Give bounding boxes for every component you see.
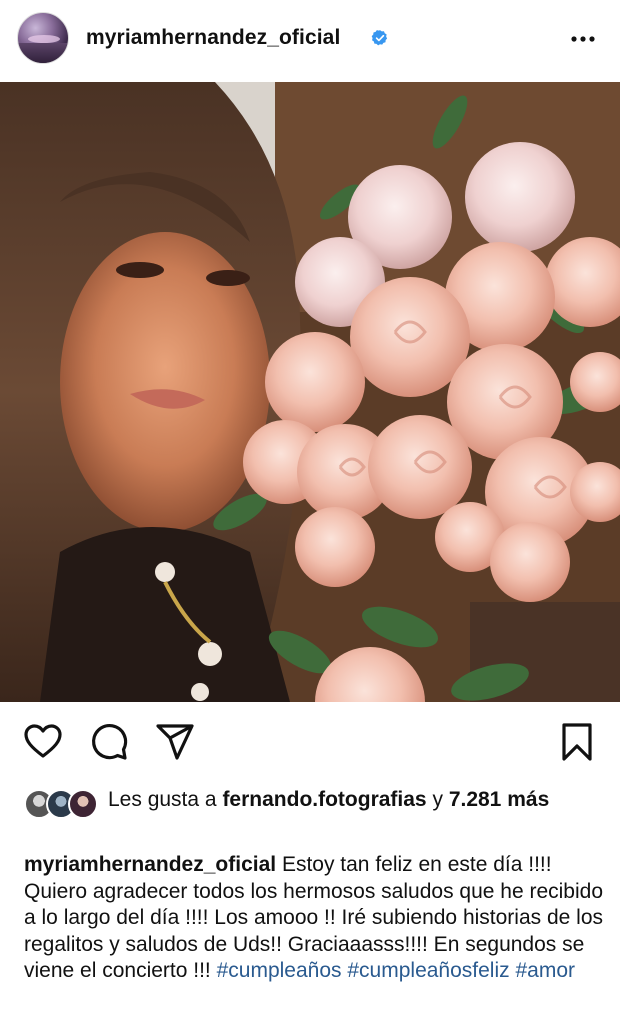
liker-username[interactable]: fernando.fotografias xyxy=(222,788,426,811)
heart-icon xyxy=(24,724,62,758)
post-header: myriamhernandez_oficial xyxy=(0,0,620,78)
like-button[interactable] xyxy=(23,722,63,762)
likes-text[interactable]: Les gusta a fernando.fotografias y 7.281… xyxy=(108,786,588,813)
hashtag-link[interactable]: #cumpleaños xyxy=(217,959,342,982)
likes-count[interactable]: 7.281 xyxy=(449,788,502,811)
liker-avatar xyxy=(68,789,98,819)
action-bar xyxy=(0,710,620,776)
hashtag-link[interactable]: #cumpleañosfeliz xyxy=(347,959,509,982)
send-icon xyxy=(156,724,194,760)
post-caption: myriamhernandez_oficial Estoy tan feliz … xyxy=(24,852,604,985)
hashtags: #cumpleaños #cumpleañosfeliz #amor xyxy=(217,959,575,982)
comment-icon xyxy=(92,724,128,760)
liker-avatars[interactable] xyxy=(24,789,100,819)
comment-button[interactable] xyxy=(89,722,129,762)
hashtag-link[interactable]: #amor xyxy=(515,959,575,982)
more-options-icon[interactable] xyxy=(569,26,597,52)
bookmark-icon xyxy=(562,723,592,761)
caption-username[interactable]: myriamhernandez_oficial xyxy=(24,853,276,876)
likes-connector: y xyxy=(432,788,443,811)
save-button[interactable] xyxy=(557,722,597,762)
profile-avatar[interactable] xyxy=(17,12,69,64)
photo-illustration xyxy=(0,82,620,702)
likes-prefix: Les gusta a xyxy=(108,788,217,811)
post-photo[interactable] xyxy=(0,82,620,702)
share-button[interactable] xyxy=(155,722,195,762)
likes-suffix[interactable]: más xyxy=(507,788,549,811)
verified-badge-icon xyxy=(371,30,388,46)
post-username[interactable]: myriamhernandez_oficial xyxy=(86,26,340,50)
